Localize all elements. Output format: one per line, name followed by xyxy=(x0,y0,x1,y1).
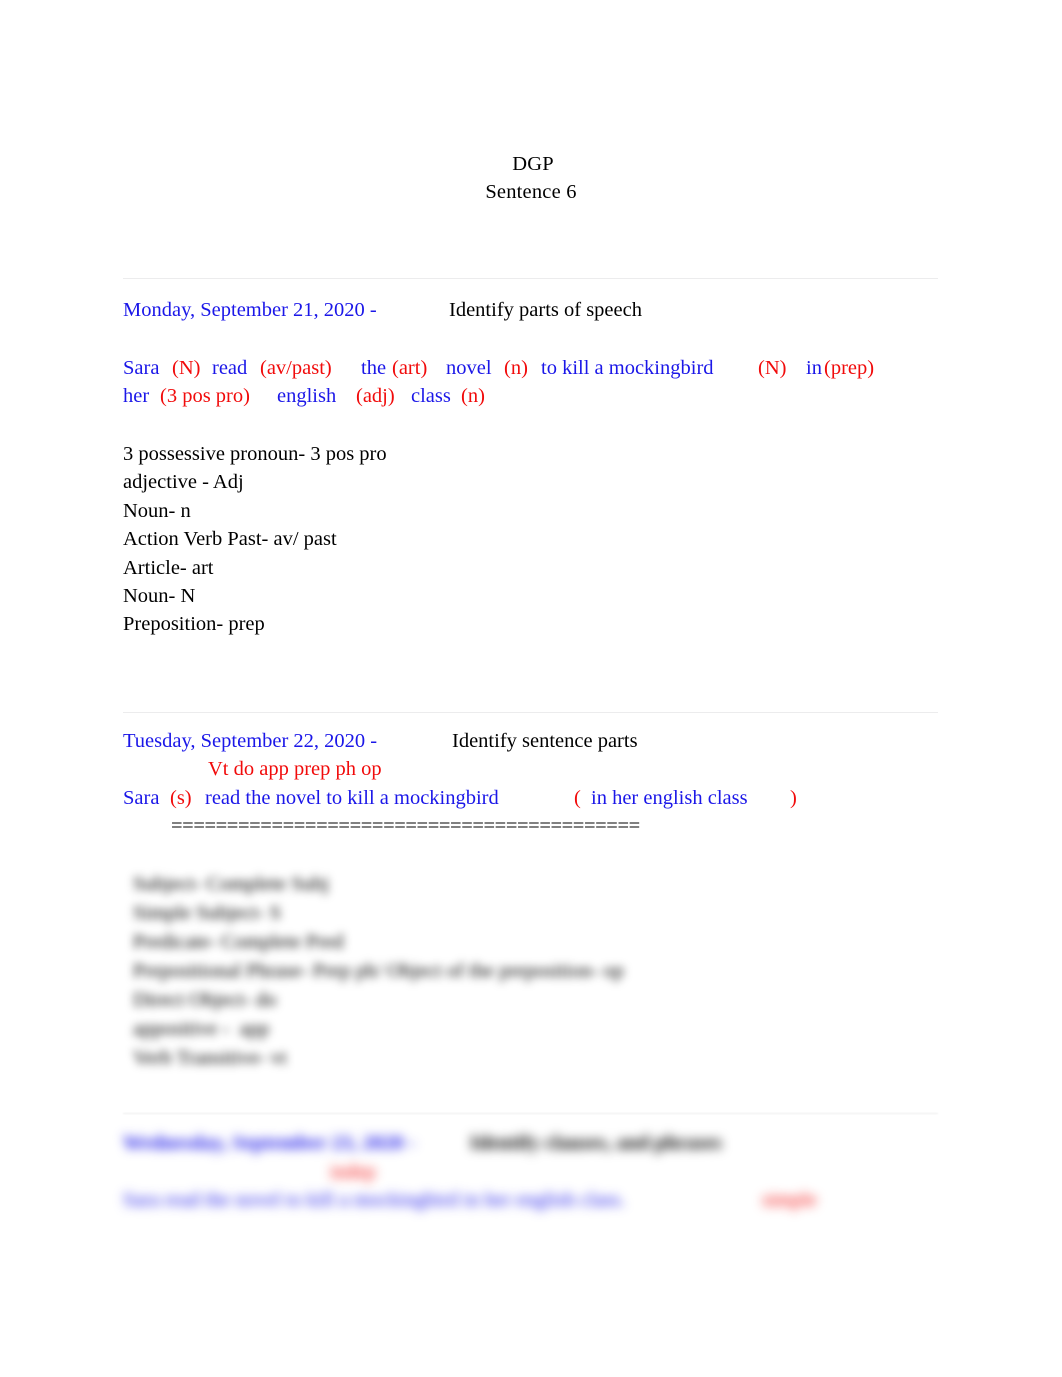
monday-tag-novel: (n) xyxy=(504,357,528,379)
tuesday-legend-item: Verb Transitive- vt xyxy=(133,1047,287,1069)
tuesday-paren-close: ) xyxy=(790,787,797,809)
tuesday-legend-item: Predicate- Complete Pred xyxy=(133,931,344,953)
tuesday-word-sara: Sara xyxy=(123,787,160,809)
section-divider-monday xyxy=(123,278,938,279)
monday-word-her: her xyxy=(123,385,150,407)
tuesday-legend-item: Direct Object- do xyxy=(133,989,277,1011)
tuesday-instruction: Identify sentence parts xyxy=(452,730,638,752)
tuesday-tag-subject: (s) xyxy=(170,787,192,809)
document-title: DGP Sentence 6 xyxy=(0,150,1062,206)
title-line-sentence-number: Sentence 6 xyxy=(485,181,577,203)
monday-word-sara: Sara xyxy=(123,357,160,379)
section-divider-wednesday xyxy=(123,1113,938,1114)
section-divider-tuesday xyxy=(123,712,938,713)
tuesday-underline: ========================================… xyxy=(171,815,640,837)
tuesday-legend-item: Simple Subject- S xyxy=(133,902,282,924)
monday-legend-item: Noun- n xyxy=(123,500,191,522)
tuesday-legend-item: appositive - app xyxy=(133,1018,270,1040)
monday-legend-item: Preposition- prep xyxy=(123,613,265,635)
monday-legend-item: adjective - Adj xyxy=(123,471,244,493)
monday-word-class: class xyxy=(411,385,451,407)
monday-tag-title: (N) xyxy=(758,357,787,379)
monday-word-read: read xyxy=(212,357,248,379)
tuesday-legend-item: Prepositional Phrase- Prep ph/ Object of… xyxy=(133,960,624,982)
monday-word-english: english xyxy=(277,385,337,407)
wednesday-instruction: Identify clauses, and phrases xyxy=(470,1132,722,1154)
monday-tag-read: (av/past) xyxy=(260,357,332,379)
monday-word-in: in xyxy=(806,357,822,379)
tuesday-labels-line: Vt do app prep ph op xyxy=(208,758,382,780)
wednesday-trailing-label: simple xyxy=(762,1189,817,1211)
monday-tag-in: (prep) xyxy=(824,357,875,379)
monday-tag-the: (art) xyxy=(392,357,428,379)
monday-tag-english: (adj) xyxy=(356,385,395,407)
monday-word-title: to kill a mockingbird xyxy=(541,357,714,379)
tuesday-date: Tuesday, September 22, 2020 - xyxy=(123,730,378,752)
document-page: DGP Sentence 6 Monday, September 21, 202… xyxy=(0,0,1062,1377)
tuesday-paren-open: ( xyxy=(574,787,581,809)
wednesday-date: Wednesday, September 23, 2020 - xyxy=(123,1132,416,1154)
monday-instruction: Identify parts of speech xyxy=(449,299,642,321)
monday-word-novel: novel xyxy=(446,357,492,379)
title-line-dgp: DGP xyxy=(512,153,554,175)
monday-legend-item: Article- art xyxy=(123,557,214,579)
wednesday-sentence: Sara read the novel to kill a mockingbir… xyxy=(123,1189,626,1211)
tuesday-predicate: read the novel to kill a mockingbird xyxy=(205,787,499,809)
monday-legend-item: Noun- N xyxy=(123,585,196,607)
monday-legend-item: Action Verb Past- av/ past xyxy=(123,528,337,550)
tuesday-legend-item: Subject- Complete Subj xyxy=(133,873,329,895)
monday-date: Monday, September 21, 2020 - xyxy=(123,299,377,321)
monday-tag-sara: (N) xyxy=(172,357,201,379)
monday-word-the: the xyxy=(361,357,387,379)
monday-tag-her: (3 pos pro) xyxy=(160,385,250,407)
tuesday-prep-phrase: in her english class xyxy=(591,787,748,809)
monday-tag-class: (n) xyxy=(461,385,485,407)
wednesday-annotation: indep xyxy=(330,1161,376,1183)
monday-legend-item: 3 possessive pronoun- 3 pos pro xyxy=(123,443,387,465)
